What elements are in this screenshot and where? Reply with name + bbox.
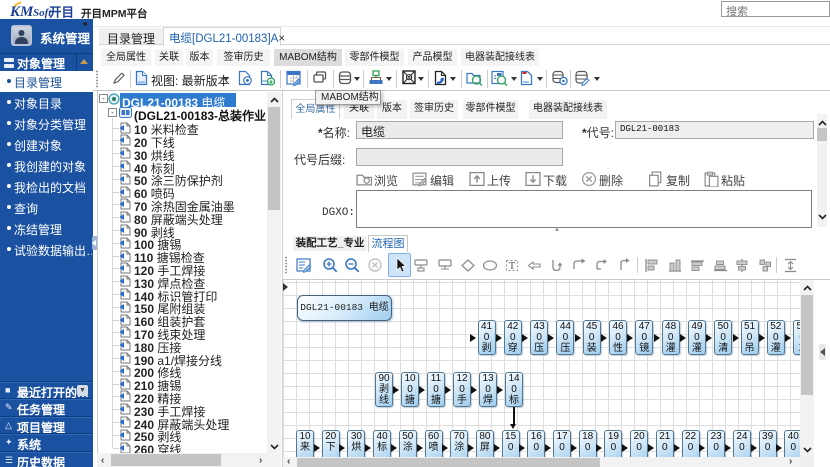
svg-text:T: T bbox=[509, 260, 516, 272]
svg-text:开目: 开目 bbox=[49, 6, 74, 20]
svg-text:KM: KM bbox=[9, 4, 34, 20]
